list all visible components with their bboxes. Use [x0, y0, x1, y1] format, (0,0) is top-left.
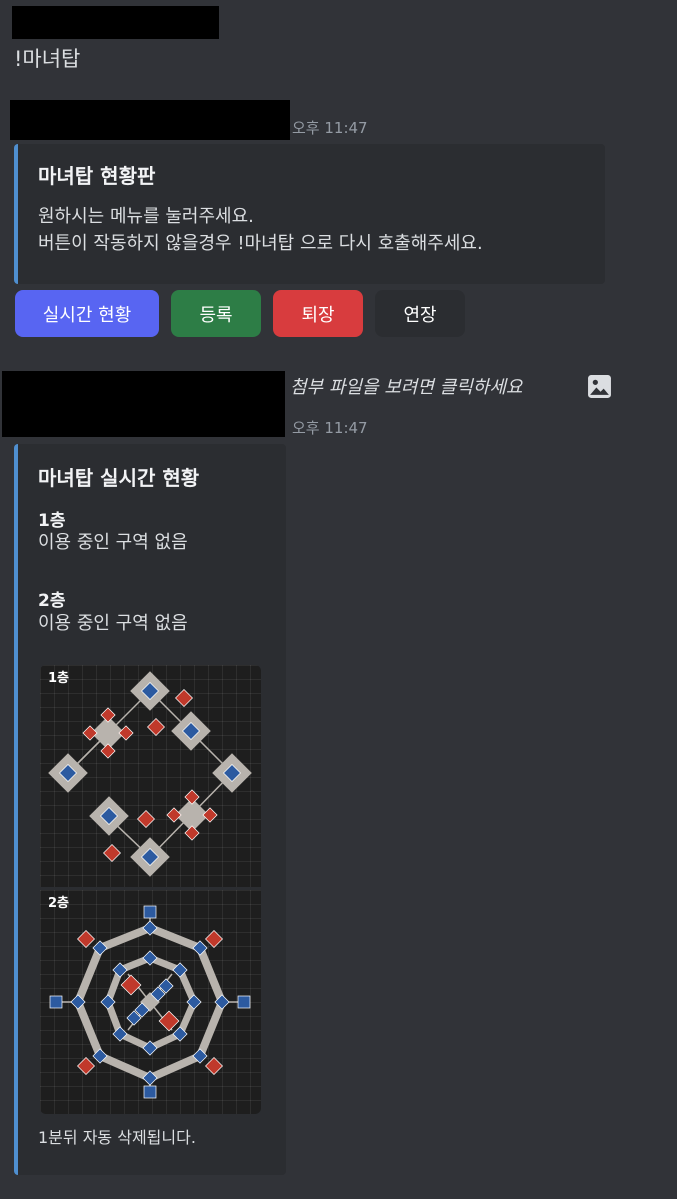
redacted-username [2, 371, 285, 437]
embed-footer: 1분뒤 자동 삭제됩니다. [38, 1128, 196, 1147]
extend-button[interactable]: 연장 [375, 290, 465, 337]
floor2-map-image[interactable]: 2층 [40, 890, 261, 1114]
reply-preview[interactable]: 첨부 파일을 보려면 클릭하세요 [290, 373, 522, 399]
status-board-embed: 마녀탑 현황판 원하시는 메뉴를 눌러주세요. 버튼이 작동하지 않을경우 !마… [14, 144, 605, 284]
message-timestamp: 오후 11:47 [292, 419, 368, 437]
embed-description-line: 원하시는 메뉴를 눌러주세요. [38, 206, 254, 227]
embed-title: 마녀탑 실시간 현황 [38, 466, 200, 490]
reply-preview-text: 첨부 파일을 보려면 클릭하세요 [290, 377, 523, 398]
message-content: !마녀탑 [14, 47, 81, 71]
image-icon [588, 375, 611, 398]
floor-status: 이용 중인 구역 없음 [38, 532, 188, 553]
redacted-username [12, 6, 219, 39]
embed-title: 마녀탑 현황판 [38, 164, 156, 188]
floor2-map-diagram [49, 905, 251, 1099]
register-button[interactable]: 등록 [171, 290, 261, 337]
floor-name: 1층 [38, 511, 66, 531]
realtime-status-button[interactable]: 실시간 현황 [15, 290, 159, 337]
floor1-map-diagram [48, 671, 252, 877]
map-floor-label: 2층 [48, 896, 70, 911]
floor-status: 이용 중인 구역 없음 [38, 613, 188, 634]
floor-name: 2층 [38, 591, 66, 611]
embed-description-line: 버튼이 작동하지 않을경우 !마녀탑 으로 다시 호출해주세요. [38, 233, 483, 254]
redacted-username [10, 100, 290, 140]
exit-button[interactable]: 퇴장 [273, 290, 363, 337]
message-timestamp: 오후 11:47 [292, 119, 368, 137]
floor1-map-image[interactable]: 1층 [40, 665, 261, 887]
map-floor-label: 1층 [48, 671, 70, 686]
